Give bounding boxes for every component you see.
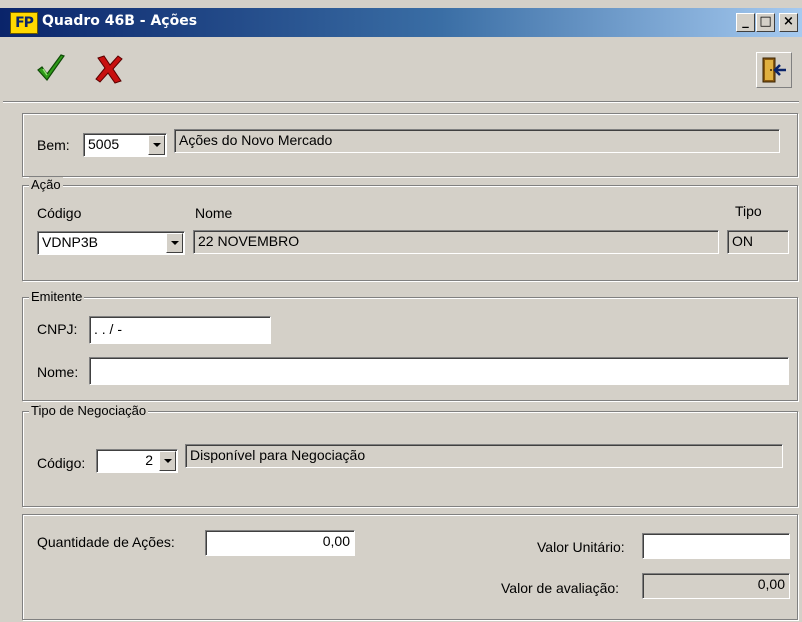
- maximize-button[interactable]: □: [756, 13, 775, 32]
- acao-nome-label: Nome: [195, 205, 233, 221]
- toolbar: [6, 40, 800, 100]
- acao-codigo-select[interactable]: VDNP3B: [37, 231, 185, 255]
- acao-group: Ação Código Nome Tipo VDNP3B 22 NOVEMBRO…: [22, 177, 798, 281]
- cnpj-input[interactable]: . . / -: [89, 316, 271, 344]
- cancel-button[interactable]: [92, 52, 132, 92]
- emitente-group: Emitente CNPJ: . . / - Nome:: [22, 289, 798, 401]
- valores-group: Quantidade de Ações: 0,00 Valor Unitário…: [22, 514, 798, 620]
- acao-codigo-label: Código: [37, 205, 82, 221]
- valor-unitario-input[interactable]: [642, 533, 790, 559]
- quadro-46b-window: FP Quadro 46B - Ações _ □ × Bem: 5005 Aç…: [0, 0, 802, 622]
- acao-nome-field: 22 NOVEMBRO: [193, 230, 719, 254]
- acao-codigo-value: VDNP3B: [42, 234, 99, 250]
- green-check-icon: [37, 54, 65, 81]
- exit-button[interactable]: [756, 52, 792, 88]
- window-title: Quadro 46B - Ações: [42, 13, 198, 29]
- app-logo-icon: FP: [10, 12, 38, 34]
- minimize-icon: _: [742, 14, 749, 29]
- confirm-button[interactable]: [34, 52, 74, 92]
- negociacao-description-field: Disponível para Negociação: [185, 444, 783, 468]
- acao-tipo-field: ON: [727, 230, 789, 254]
- chevron-down-icon[interactable]: [166, 233, 183, 253]
- emitente-nome-input[interactable]: [89, 357, 789, 385]
- negociacao-group: Tipo de Negociação Código: 2 Disponível …: [22, 403, 798, 507]
- bem-group: Bem: 5005 Ações do Novo Mercado: [22, 113, 798, 177]
- bem-code-select[interactable]: 5005: [83, 133, 167, 157]
- emitente-legend: Emitente: [29, 289, 85, 304]
- emitente-nome-label: Nome:: [37, 364, 79, 380]
- title-bar[interactable]: FP Quadro 46B - Ações _ □ ×: [0, 8, 802, 37]
- close-icon: ×: [783, 14, 794, 29]
- maximize-icon: □: [759, 14, 772, 29]
- acao-tipo-label: Tipo: [735, 203, 762, 219]
- close-button[interactable]: ×: [779, 13, 798, 32]
- chevron-down-icon[interactable]: [159, 451, 176, 471]
- acao-legend: Ação: [29, 177, 63, 192]
- cnpj-label: CNPJ:: [37, 321, 78, 337]
- quantidade-input[interactable]: 0,00: [205, 530, 355, 556]
- negociacao-codigo-select[interactable]: 2: [96, 449, 178, 473]
- negociacao-codigo-label: Código:: [37, 455, 86, 471]
- valor-avaliacao-field: 0,00: [642, 573, 790, 599]
- valor-unitario-label: Valor Unitário:: [537, 539, 625, 555]
- negociacao-legend: Tipo de Negociação: [29, 403, 149, 418]
- minimize-button[interactable]: _: [736, 13, 755, 32]
- red-x-icon: [95, 55, 123, 84]
- bem-description-field: Ações do Novo Mercado: [174, 129, 780, 153]
- chevron-down-icon[interactable]: [148, 135, 165, 155]
- bem-code-value: 5005: [88, 136, 120, 152]
- toolbar-separator: [3, 101, 799, 103]
- exit-door-icon: [762, 57, 786, 83]
- bem-label: Bem:: [37, 137, 70, 153]
- quantidade-label: Quantidade de Ações:: [37, 534, 175, 550]
- valor-avaliacao-label: Valor de avaliação:: [501, 580, 620, 596]
- negociacao-codigo-value: 2: [145, 452, 153, 468]
